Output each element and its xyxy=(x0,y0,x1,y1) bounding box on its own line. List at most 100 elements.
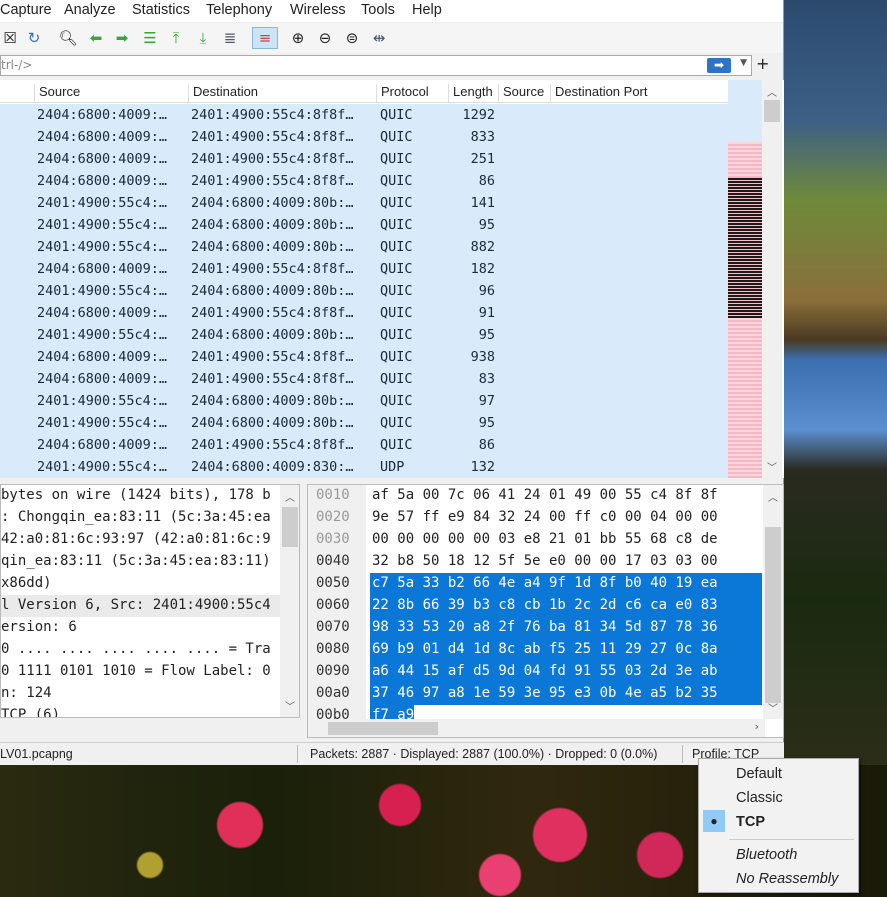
cell-source: 2401:4900:55c4:… xyxy=(37,459,168,475)
cell-destination: 2401:4900:55c4:8f8f… xyxy=(191,129,354,145)
profile-bluetooth[interactable]: Bluetooth xyxy=(736,847,797,863)
menu-telephony[interactable]: Telephony xyxy=(206,2,272,18)
menu-wireless[interactable]: Wireless xyxy=(290,2,346,18)
bytes-horizontal-scrollbar[interactable]: › xyxy=(308,719,765,737)
scroll-down-icon[interactable]: ﹀ xyxy=(280,698,299,713)
chevron-down-icon[interactable]: ▼ xyxy=(740,58,747,68)
hex-bytes-line[interactable]: a6 44 15 af d5 9d 04 fd 91 55 03 2d 3e a… xyxy=(370,661,762,683)
add-filter-button[interactable]: + xyxy=(756,54,769,73)
hex-bytes-line[interactable]: 69 b9 01 d4 1d 8c ab f5 25 11 29 27 0c 8… xyxy=(370,639,762,661)
detail-tree-item[interactable]: 0 .... .... .... .... .... = Tra xyxy=(1,639,299,661)
table-row[interactable]: 2401:4900:55c4:… 2404:6800:4009:80b:… QUIC… xyxy=(0,214,728,236)
profile-classic[interactable]: Classic xyxy=(736,790,783,806)
cell-source: 2404:6800:4009:… xyxy=(37,107,168,123)
column-destination-port[interactable]: Destination Port xyxy=(550,84,728,102)
profile-tcp[interactable]: TCP xyxy=(736,814,765,830)
packet-minimap[interactable] xyxy=(728,80,762,478)
table-row[interactable]: 2401:4900:55c4:… 2404:6800:4009:80b:… QUIC… xyxy=(0,236,728,258)
scroll-right-icon[interactable]: › xyxy=(755,720,759,733)
cell-source: 2401:4900:55c4:… xyxy=(37,415,168,431)
bytes-scrollbar[interactable]: ︿ ﹀ xyxy=(763,485,783,719)
detail-tree-item[interactable]: bytes on wire (1424 bits), 178 b xyxy=(1,485,299,507)
menu-analyze[interactable]: Analyze xyxy=(64,2,116,18)
status-bar: LV01.pcapng Packets: 2887 · Displayed: 2… xyxy=(0,742,784,765)
table-row[interactable]: 2401:4900:55c4:… 2404:6800:4009:80b:… QUIC… xyxy=(0,412,728,434)
cell-length: 96 xyxy=(478,283,495,299)
detail-tree-item[interactable]: qin_ea:83:11 (5c:3a:45:ea:83:11) xyxy=(1,551,299,573)
profile-default[interactable]: Default xyxy=(736,766,782,782)
detail-tree-item[interactable]: 42:a0:81:6c:93:97 (42:a0:81:6c:9 xyxy=(1,529,299,551)
menu-statistics[interactable]: Statistics xyxy=(132,2,190,18)
go-to-packet-icon[interactable]: ☰ xyxy=(140,27,160,49)
scroll-down-icon[interactable]: ﹀ xyxy=(763,700,783,715)
table-row[interactable]: 2404:6800:4009:… 2401:4900:55c4:8f8f… QUIC… xyxy=(0,148,728,170)
zoom-in-icon[interactable]: ⊕ xyxy=(288,27,308,49)
cell-source: 2404:6800:4009:… xyxy=(37,261,168,277)
column-source-port[interactable]: Source xyxy=(498,84,544,102)
hex-bytes-line[interactable]: 98 33 53 20 a8 2f 76 ba 81 34 5d 87 78 3… xyxy=(370,617,762,639)
selected-radio-icon: ● xyxy=(703,810,725,832)
table-row[interactable]: 2404:6800:4009:… 2401:4900:55c4:8f8f… QUIC… xyxy=(0,104,728,126)
detail-tree-item[interactable]: ersion: 6 xyxy=(1,617,299,639)
table-row[interactable]: 2404:6800:4009:… 2401:4900:55c4:8f8f… QUIC… xyxy=(0,346,728,368)
table-row[interactable]: 2404:6800:4009:… 2401:4900:55c4:8f8f… QUIC… xyxy=(0,258,728,280)
hex-bytes-line[interactable]: af 5a 00 7c 06 41 24 01 49 00 55 c4 8f 8… xyxy=(370,485,762,507)
detail-tree-item[interactable]: 0 1111 0101 1010 = Flow Label: 0 xyxy=(1,661,299,683)
resize-columns-icon[interactable]: ⇹ xyxy=(369,27,389,49)
cell-protocol: QUIC xyxy=(380,415,413,431)
go-forward-icon[interactable]: ➡ xyxy=(112,27,132,49)
auto-scroll-icon[interactable]: ≣ xyxy=(220,27,240,49)
detail-tree-item[interactable]: l Version 6, Src: 2401:4900:55c4 xyxy=(1,595,299,617)
hex-bytes-line[interactable]: c7 5a 33 b2 66 4e a4 9f 1d 8f b0 40 19 e… xyxy=(370,573,762,595)
details-scrollbar[interactable]: ︿ ﹀ xyxy=(280,485,299,717)
menu-tools[interactable]: Tools xyxy=(361,2,395,18)
hex-bytes-line[interactable]: 22 8b 66 39 b3 c8 cb 1b 2c 2d c6 ca e0 8… xyxy=(370,595,762,617)
filter-placeholder: trl-/> xyxy=(1,58,33,72)
reload-icon[interactable]: ↻ xyxy=(24,27,44,49)
table-row[interactable]: 2404:6800:4009:… 2401:4900:55c4:8f8f… QUIC… xyxy=(0,434,728,456)
byte-offset: 0020 xyxy=(316,509,350,525)
packet-list-scrollbar[interactable]: ︿ ﹀ xyxy=(762,80,782,478)
hex-bytes-line[interactable]: 32 b8 50 18 12 5f 5e e0 00 00 17 03 03 0… xyxy=(370,551,762,573)
last-packet-icon[interactable]: ⤓ xyxy=(193,27,213,49)
hex-bytes-line[interactable]: 37 46 97 a8 1e 59 3e 95 e3 0b 4e a5 b2 3… xyxy=(370,683,762,705)
go-back-icon[interactable]: ⬅ xyxy=(86,27,106,49)
scroll-up-icon[interactable]: ︿ xyxy=(762,84,782,99)
zoom-out-icon[interactable]: ⊖ xyxy=(315,27,335,49)
find-packet-icon[interactable]: 🔍︎ xyxy=(58,27,78,49)
table-row[interactable]: 2404:6800:4009:… 2401:4900:55c4:8f8f… QUIC… xyxy=(0,170,728,192)
hex-bytes-line[interactable]: 9e 57 ff e9 84 32 24 00 ff c0 00 04 00 0… xyxy=(370,507,762,529)
table-row[interactable]: 2401:4900:55c4:… 2404:6800:4009:80b:… QUIC… xyxy=(0,324,728,346)
table-row[interactable]: 2401:4900:55c4:… 2404:6800:4009:80b:… QUIC… xyxy=(0,390,728,412)
cell-source: 2404:6800:4009:… xyxy=(37,151,168,167)
apply-filter-button[interactable]: ➡ xyxy=(707,58,731,73)
scroll-down-icon[interactable]: ﹀ xyxy=(762,459,782,474)
column-length[interactable]: Length xyxy=(448,84,493,102)
scroll-up-icon[interactable]: ︿ xyxy=(763,489,783,504)
detail-tree-item[interactable]: : Chongqin_ea:83:11 (5c:3a:45:ea xyxy=(1,507,299,529)
column-source[interactable]: Source xyxy=(34,84,80,102)
cell-length: 833 xyxy=(470,129,495,145)
column-destination[interactable]: Destination xyxy=(188,84,258,102)
colorize-icon[interactable]: ≡ xyxy=(252,27,278,49)
close-file-icon[interactable]: ☒ xyxy=(0,27,20,49)
profile-no-reassembly[interactable]: No Reassembly xyxy=(736,871,838,887)
column-protocol[interactable]: Protocol xyxy=(376,84,429,102)
table-row[interactable]: 2404:6800:4009:… 2401:4900:55c4:8f8f… QUIC… xyxy=(0,368,728,390)
detail-tree-item[interactable]: x86dd) xyxy=(1,573,299,595)
table-row[interactable]: 2401:4900:55c4:… 2404:6800:4009:80b:… QUIC… xyxy=(0,280,728,302)
table-row[interactable]: 2404:6800:4009:… 2401:4900:55c4:8f8f… QUIC… xyxy=(0,302,728,324)
menu-help[interactable]: Help xyxy=(412,2,442,18)
first-packet-icon[interactable]: ⤒ xyxy=(166,27,186,49)
cell-source: 2404:6800:4009:… xyxy=(37,371,168,387)
table-row[interactable]: 2401:4900:55c4:… 2404:6800:4009:80b:… QUIC… xyxy=(0,192,728,214)
table-row[interactable]: 2404:6800:4009:… 2401:4900:55c4:8f8f… QUIC… xyxy=(0,126,728,148)
display-filter-input[interactable]: trl-/> ➡ ▼ xyxy=(0,55,752,76)
zoom-reset-icon[interactable]: ⊜ xyxy=(342,27,362,49)
hex-bytes-line[interactable]: 00 00 00 00 00 03 e8 21 01 bb 55 68 c8 d… xyxy=(370,529,762,551)
table-row[interactable]: 2401:4900:55c4:… 2404:6800:4009:830:… UDP 1… xyxy=(0,456,728,478)
cell-destination: 2404:6800:4009:80b:… xyxy=(191,239,354,255)
scroll-up-icon[interactable]: ︿ xyxy=(280,489,299,504)
detail-tree-item[interactable]: n: 124 xyxy=(1,683,299,705)
menu-capture[interactable]: Capture xyxy=(0,2,52,18)
